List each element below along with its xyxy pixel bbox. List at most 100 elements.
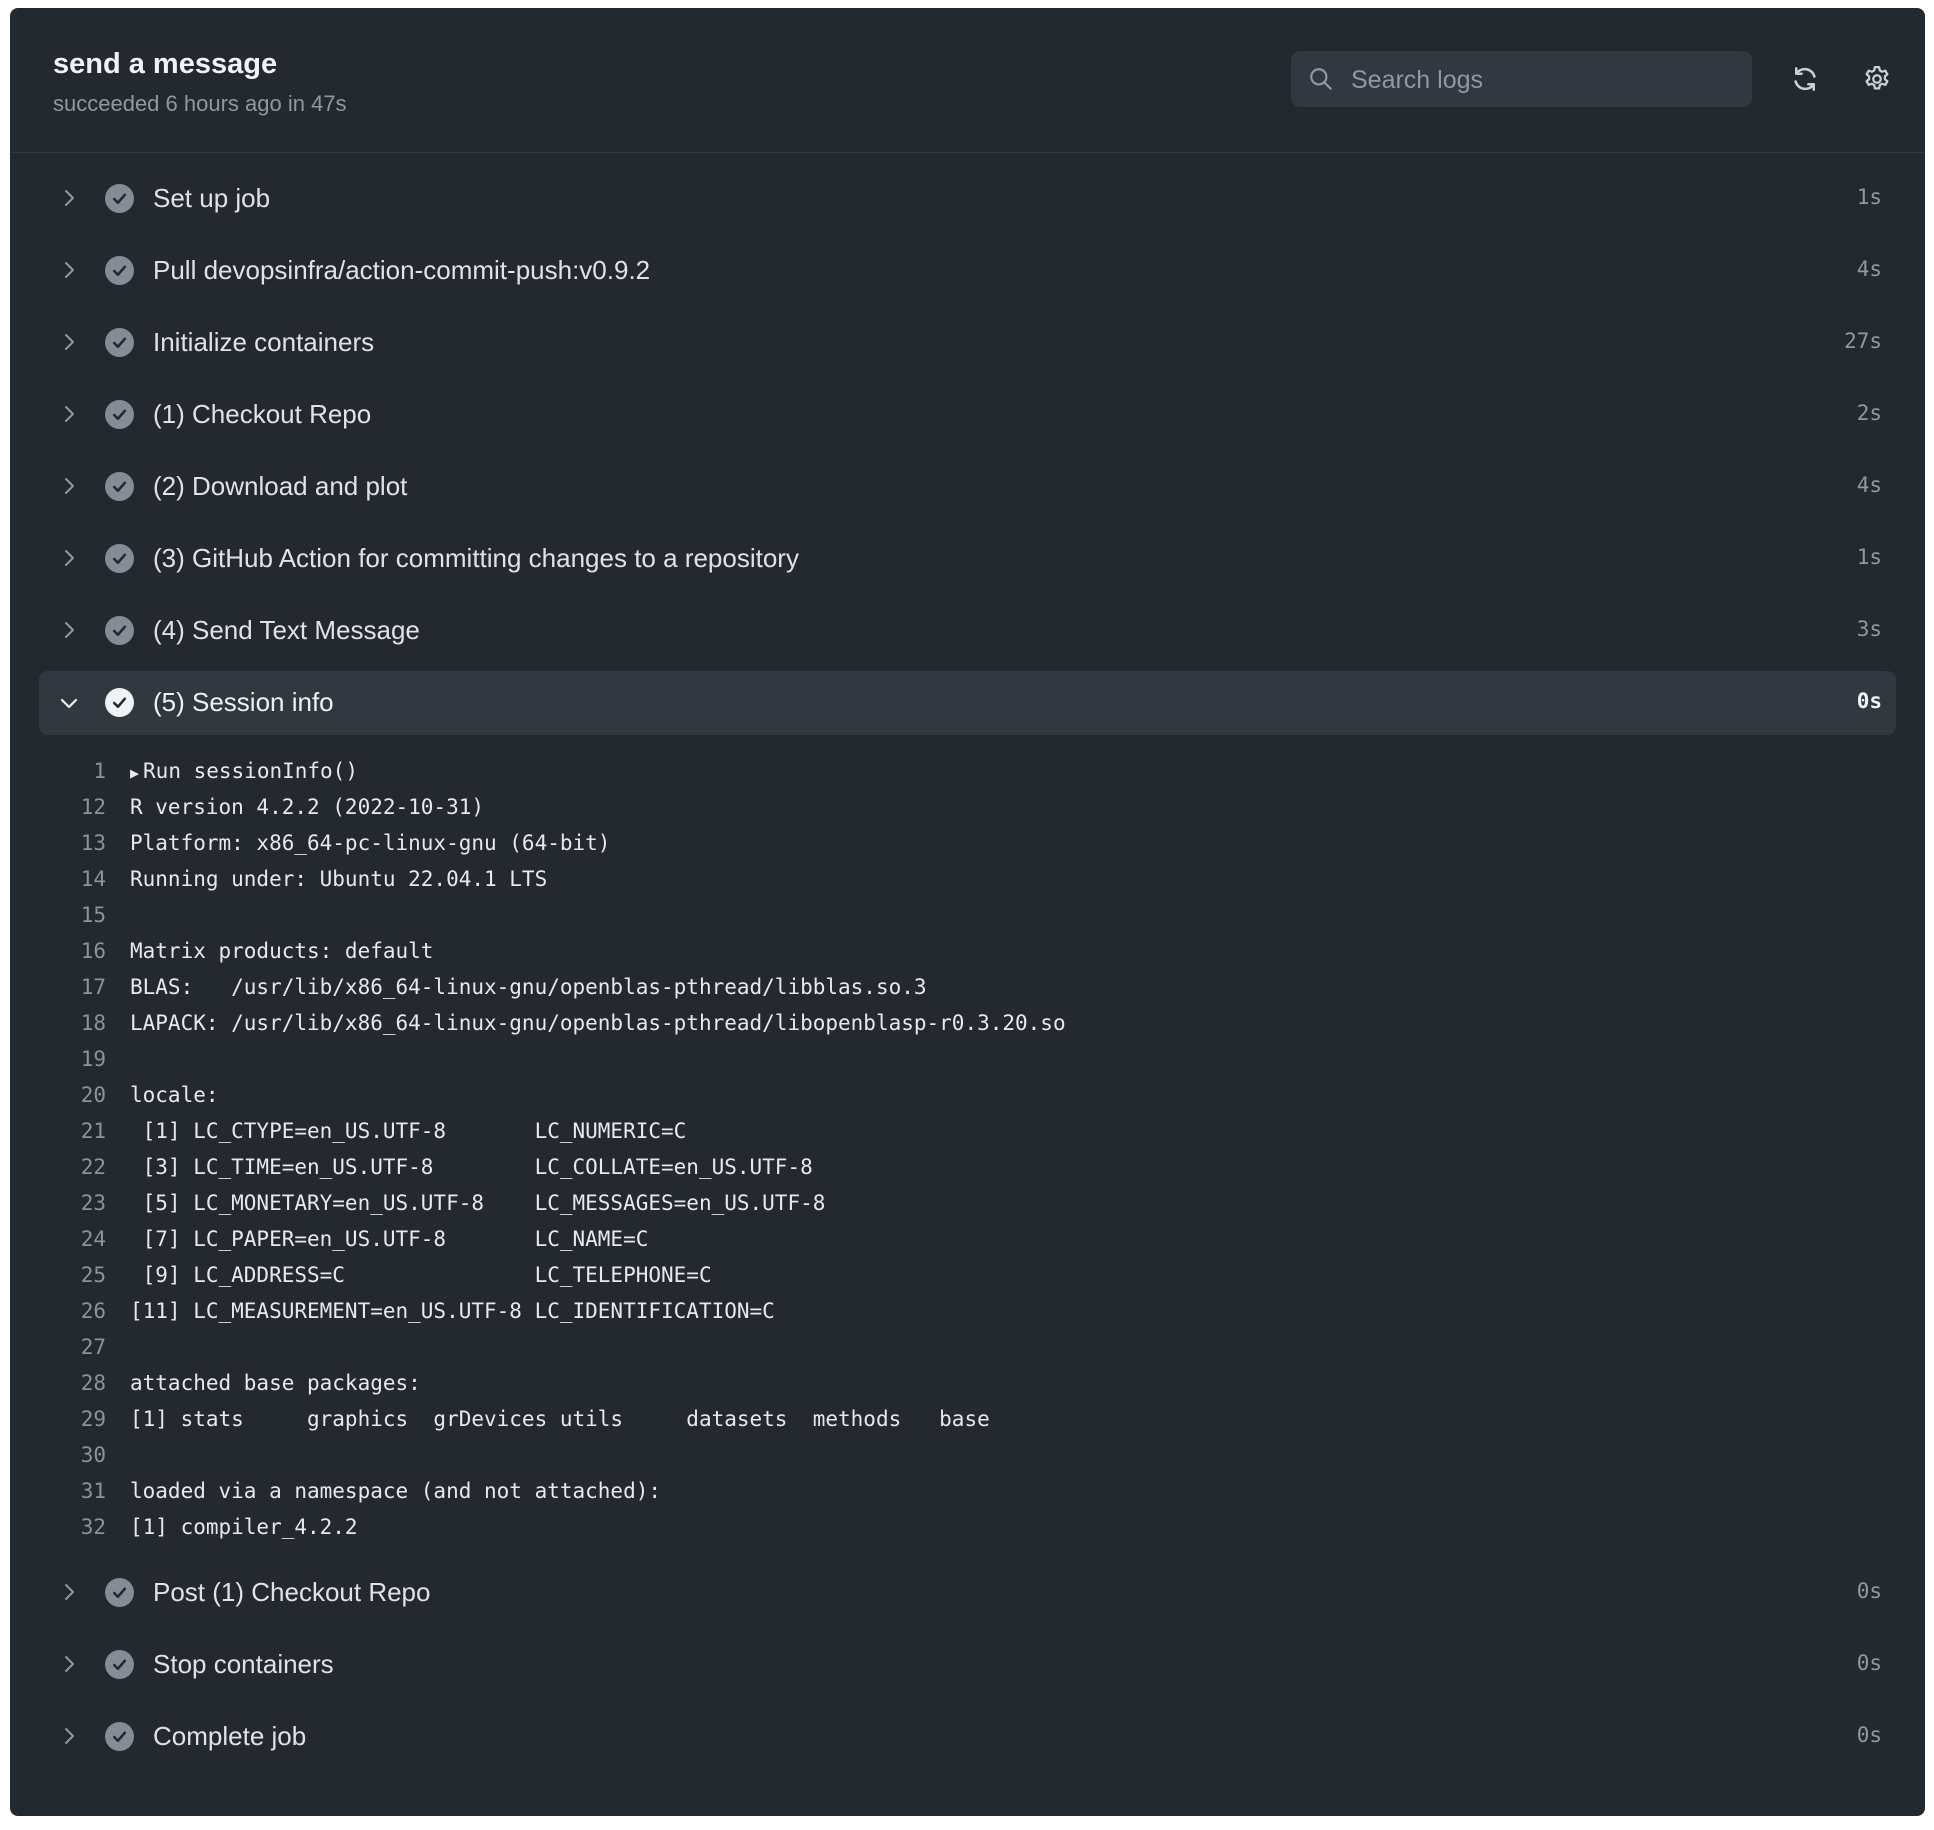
- chevron-right-icon: [65, 478, 74, 494]
- log-text: [1] LC_CTYPE=en_US.UTF-8 LC_NUMERIC=C: [130, 1119, 687, 1143]
- step-name: Stop containers: [153, 1649, 334, 1679]
- log-line: 12 R version 4.2.2 (2022-10-31): [10, 789, 1925, 825]
- log-text-content: R version 4.2.2 (2022-10-31): [130, 795, 485, 819]
- expand-triangle-icon[interactable]: ▶: [130, 764, 139, 782]
- step-row[interactable]: (3) GitHub Action for committing changes…: [39, 523, 1896, 595]
- log-line: 31 loaded via a namespace (and not attach…: [10, 1473, 1925, 1509]
- chevron-right-icon: [65, 406, 74, 422]
- line-number[interactable]: 25: [10, 1263, 130, 1287]
- line-number[interactable]: 22: [10, 1155, 130, 1179]
- success-check-icon: [105, 400, 134, 429]
- log-line: 27: [10, 1329, 1925, 1365]
- log-text: [3] LC_TIME=en_US.UTF-8 LC_COLLATE=en_US…: [130, 1155, 813, 1179]
- step-row[interactable]: (1) Checkout Repo 2s: [39, 379, 1896, 451]
- step-row[interactable]: Set up job 1s: [39, 163, 1896, 235]
- log-text: [5] LC_MONETARY=en_US.UTF-8 LC_MESSAGES=…: [130, 1191, 826, 1215]
- line-number[interactable]: 28: [10, 1371, 130, 1395]
- log-line: 16 Matrix products: default: [10, 933, 1925, 969]
- search-icon: [1310, 68, 1332, 90]
- log-text: R version 4.2.2 (2022-10-31): [130, 795, 484, 819]
- log-line: 24 [7] LC_PAPER=en_US.UTF-8 LC_NAME=C: [10, 1221, 1925, 1257]
- line-number[interactable]: 32: [10, 1515, 130, 1539]
- line-number[interactable]: 31: [10, 1479, 130, 1503]
- job-status: succeeded 6 hours ago in 47s: [53, 91, 347, 116]
- step-name: (2) Download and plot: [153, 471, 408, 501]
- line-number[interactable]: 15: [10, 903, 130, 927]
- log-text-content: Running under: Ubuntu 22.04.1 LTS: [130, 867, 548, 891]
- log-text-content: [1] LC_CTYPE=en_US.UTF-8 LC_NUMERIC=C: [130, 1119, 687, 1143]
- step-duration: 0s: [1856, 1579, 1882, 1603]
- refresh-button[interactable]: [1786, 60, 1824, 98]
- refresh-icon: [1794, 67, 1816, 91]
- step-row[interactable]: Complete job 0s: [39, 1701, 1896, 1773]
- log-text: [9] LC_ADDRESS=C LC_TELEPHONE=C: [130, 1263, 712, 1287]
- line-number[interactable]: 30: [10, 1443, 130, 1467]
- line-number[interactable]: 17: [10, 975, 130, 999]
- step-row[interactable]: Initialize containers 27s: [39, 307, 1896, 379]
- step-duration: 2s: [1856, 401, 1882, 425]
- line-number[interactable]: 20: [10, 1083, 130, 1107]
- success-check-icon: [105, 184, 134, 213]
- log-text-content: loaded via a namespace (and not attached…: [130, 1479, 662, 1503]
- line-number[interactable]: 18: [10, 1011, 130, 1035]
- step-name: (3) GitHub Action for committing changes…: [153, 543, 799, 573]
- log-text-content: [9] LC_ADDRESS=C LC_TELEPHONE=C: [130, 1263, 712, 1287]
- job-log-panel: send a message succeeded 6 hours ago in …: [10, 8, 1925, 1816]
- line-number[interactable]: 12: [10, 795, 130, 819]
- log-text-content: locale:: [130, 1083, 219, 1107]
- line-number[interactable]: 14: [10, 867, 130, 891]
- step-row[interactable]: (4) Send Text Message 3s: [39, 595, 1896, 667]
- line-number[interactable]: 19: [10, 1047, 130, 1071]
- step-row[interactable]: Post (1) Checkout Repo 0s: [39, 1557, 1896, 1629]
- log-line[interactable]: 1 ▶ Run sessionInfo(): [10, 753, 1925, 789]
- log-text-content: [1] stats graphics grDevices utils datas…: [130, 1407, 990, 1431]
- step-name: Pull devopsinfra/action-commit-push:v0.9…: [153, 255, 651, 285]
- settings-button[interactable]: [1858, 60, 1896, 98]
- log-line: 18 LAPACK: /usr/lib/x86_64-linux-gnu/open…: [10, 1005, 1925, 1041]
- log-line: 29 [1] stats graphics grDevices utils dat…: [10, 1401, 1925, 1437]
- chevron-right-icon: [65, 190, 74, 206]
- success-check-icon: [105, 1722, 134, 1751]
- step-log: 1 ▶ Run sessionInfo() 12 R version 4.2.2 (20…: [10, 739, 1925, 1557]
- log-line: 19: [10, 1041, 1925, 1077]
- log-text: Matrix products: default: [130, 939, 433, 963]
- log-text: loaded via a namespace (and not attached…: [130, 1479, 661, 1503]
- step-name: (1) Checkout Repo: [153, 399, 372, 429]
- success-check-icon: [105, 688, 134, 717]
- step-name: Initialize containers: [153, 327, 375, 357]
- log-text: [11] LC_MEASUREMENT=en_US.UTF-8 LC_IDENT…: [130, 1299, 775, 1323]
- chevron-down-icon: [60, 698, 78, 709]
- line-number[interactable]: 13: [10, 831, 130, 855]
- job-header: send a message succeeded 6 hours ago in …: [10, 8, 1925, 153]
- step-row[interactable]: (2) Download and plot 4s: [39, 451, 1896, 523]
- log-line: 15: [10, 897, 1925, 933]
- line-number[interactable]: 16: [10, 939, 130, 963]
- line-number[interactable]: 26: [10, 1299, 130, 1323]
- step-row[interactable]: Stop containers 0s: [39, 1629, 1896, 1701]
- chevron-right-icon: [65, 262, 74, 278]
- line-number[interactable]: 21: [10, 1119, 130, 1143]
- success-check-icon: [105, 616, 134, 645]
- chevron-right-icon: [65, 1584, 74, 1600]
- log-line: 23 [5] LC_MONETARY=en_US.UTF-8 LC_MESSAG…: [10, 1185, 1925, 1221]
- log-line: 21 [1] LC_CTYPE=en_US.UTF-8 LC_NUMERIC=C: [10, 1113, 1925, 1149]
- step-row-expanded[interactable]: (5) Session info 0s: [39, 671, 1896, 735]
- line-number[interactable]: 27: [10, 1335, 130, 1359]
- log-text: [1] compiler_4.2.2: [130, 1515, 358, 1539]
- log-text-content: [1] compiler_4.2.2: [130, 1515, 358, 1539]
- log-line: 13 Platform: x86_64-pc-linux-gnu (64-bit): [10, 825, 1925, 861]
- line-number[interactable]: 1: [10, 759, 130, 783]
- step-name: Set up job: [153, 183, 271, 213]
- line-number[interactable]: 29: [10, 1407, 130, 1431]
- line-number[interactable]: 23: [10, 1191, 130, 1215]
- search-logs-input[interactable]: [1349, 51, 1743, 109]
- step-row[interactable]: Pull devopsinfra/action-commit-push:v0.9…: [39, 235, 1896, 307]
- step-duration: 1s: [1856, 185, 1882, 209]
- log-text: [7] LC_PAPER=en_US.UTF-8 LC_NAME=C: [130, 1227, 649, 1251]
- line-number[interactable]: 24: [10, 1227, 130, 1251]
- step-name: (5) Session info: [153, 687, 334, 717]
- search-logs-field[interactable]: [1291, 51, 1752, 109]
- success-check-icon: [105, 256, 134, 285]
- log-text: Running under: Ubuntu 22.04.1 LTS: [130, 867, 547, 891]
- log-line: 20 locale:: [10, 1077, 1925, 1113]
